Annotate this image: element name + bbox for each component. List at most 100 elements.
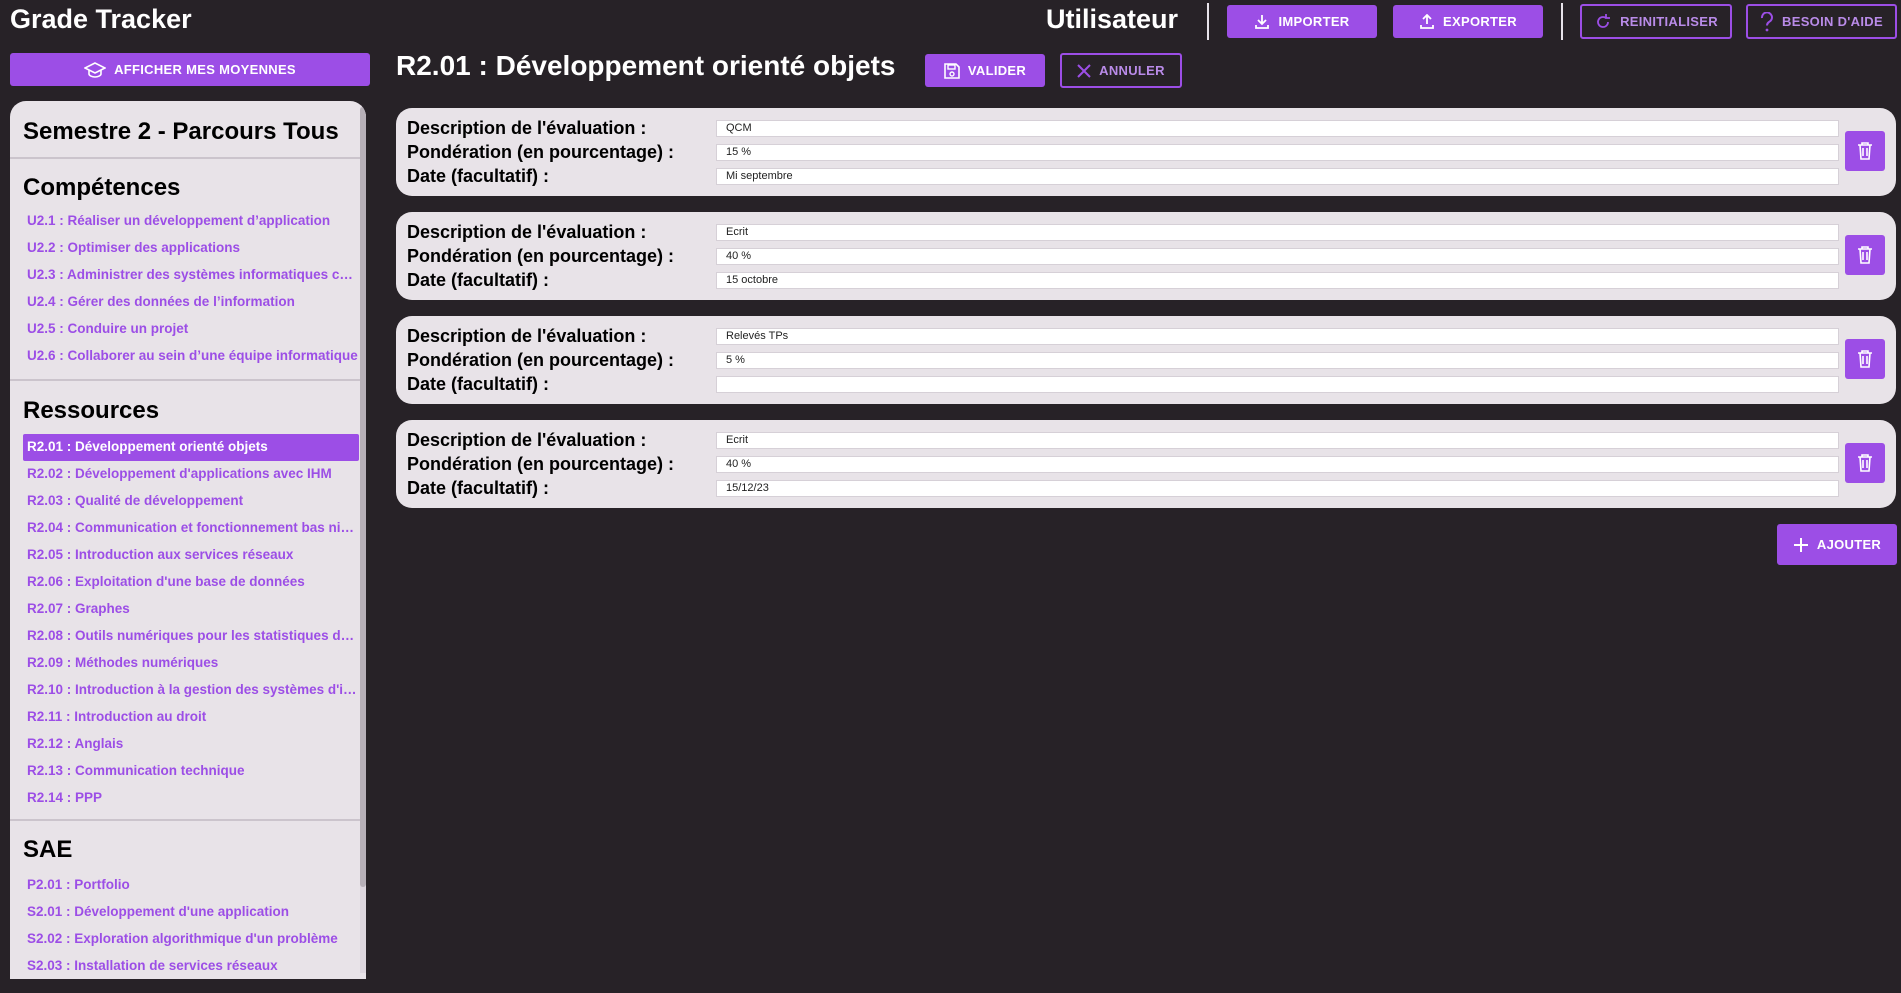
competence-item[interactable]: U2.5 : Conduire un projet: [23, 316, 359, 343]
evaluation-card: Description de l'évaluation : Relevés TP…: [396, 316, 1896, 404]
description-field[interactable]: Relevés TPs: [716, 328, 1839, 345]
show-averages-button[interactable]: AFFICHER MES MOYENNES: [10, 53, 370, 86]
date-label: Date (facultatif) :: [407, 166, 550, 186]
trash-icon: [1858, 454, 1872, 472]
ressource-item[interactable]: R2.02 : Développement d'applications ave…: [23, 461, 359, 488]
export-button[interactable]: EXPORTER: [1393, 5, 1543, 38]
export-label: EXPORTER: [1443, 14, 1517, 29]
delete-evaluation-button[interactable]: [1845, 131, 1885, 171]
ressource-item[interactable]: R2.12 : Anglais: [23, 731, 359, 758]
save-icon: [944, 62, 960, 79]
description-label: Description de l'évaluation :: [407, 430, 647, 450]
date-field[interactable]: Mi septembre: [716, 168, 1839, 185]
evaluation-card: Description de l'évaluation : Ecrit Pond…: [396, 420, 1896, 508]
ressource-item[interactable]: R2.07 : Graphes: [23, 596, 359, 623]
evaluation-card: Description de l'évaluation : QCM Pondér…: [396, 108, 1896, 196]
sidebar-divider: [10, 379, 360, 381]
ressource-item[interactable]: R2.08 : Outils numériques pour les stati…: [23, 623, 359, 650]
ressources-list: R2.01 : Développement orienté objets R2.…: [23, 434, 359, 812]
competence-item[interactable]: U2.6 : Collaborer au sein d’une équipe i…: [23, 343, 359, 370]
weight-field[interactable]: 5 %: [716, 352, 1839, 369]
ressource-item-active[interactable]: R2.01 : Développement orienté objets: [23, 434, 359, 461]
ressource-item[interactable]: R2.11 : Introduction au droit: [23, 704, 359, 731]
description-label: Description de l'évaluation :: [407, 326, 647, 346]
weight-label: Pondération (en pourcentage) :: [407, 454, 675, 474]
sae-item[interactable]: S2.03 : Installation de services réseaux: [23, 953, 359, 979]
header-divider: [1207, 3, 1209, 40]
ressources-title: Ressources: [23, 397, 160, 424]
app-title: Grade Tracker: [10, 4, 192, 34]
ressource-item[interactable]: R2.14 : PPP: [23, 785, 359, 812]
sidebar-divider: [10, 819, 360, 821]
evaluation-card: Description de l'évaluation : Ecrit Pond…: [396, 212, 1896, 300]
date-label: Date (facultatif) :: [407, 478, 550, 498]
user-name: Utilisateur: [1046, 4, 1179, 34]
add-label: AJOUTER: [1816, 537, 1882, 552]
competence-item[interactable]: U2.2 : Optimiser des applications: [23, 235, 359, 262]
help-button[interactable]: BESOIN D'AIDE: [1746, 4, 1897, 39]
weight-field[interactable]: 15 %: [716, 144, 1839, 161]
reset-button[interactable]: REINITIALISER: [1580, 4, 1732, 39]
description-label: Description de l'évaluation :: [407, 118, 647, 138]
date-field[interactable]: 15/12/23: [716, 480, 1839, 497]
show-averages-label: AFFICHER MES MOYENNES: [114, 62, 296, 77]
date-label: Date (facultatif) :: [407, 374, 550, 394]
ressource-item[interactable]: R2.05 : Introduction aux services réseau…: [23, 542, 359, 569]
weight-label: Pondération (en pourcentage) :: [407, 350, 675, 370]
ressource-item[interactable]: R2.09 : Méthodes numériques: [23, 650, 359, 677]
cancel-button[interactable]: ANNULER: [1060, 53, 1182, 88]
delete-evaluation-button[interactable]: [1845, 443, 1885, 483]
semester-title: Semestre 2 - Parcours Tous: [23, 118, 339, 145]
delete-evaluation-button[interactable]: [1845, 235, 1885, 275]
date-field[interactable]: 15 octobre: [716, 272, 1839, 289]
question-icon: [1761, 11, 1773, 31]
ressource-item[interactable]: R2.03 : Qualité de développement: [23, 488, 359, 515]
weight-field[interactable]: 40 %: [716, 456, 1839, 473]
sidebar-scrollbar-thumb[interactable]: [360, 107, 366, 887]
date-field[interactable]: [716, 376, 1839, 393]
sidebar-divider: [10, 157, 360, 159]
weight-label: Pondération (en pourcentage) :: [407, 142, 675, 162]
competence-item[interactable]: U2.1 : Réaliser un développement d’appli…: [23, 208, 359, 235]
refresh-icon: [1597, 13, 1611, 28]
sae-list: P2.01 : Portfolio S2.01 : Développement …: [23, 872, 359, 979]
trash-icon: [1858, 350, 1872, 368]
graduation-cap-icon: [84, 61, 107, 78]
reset-label: REINITIALISER: [1620, 14, 1718, 29]
add-evaluation-button[interactable]: AJOUTER: [1777, 524, 1897, 565]
ressource-item[interactable]: R2.06 : Exploitation d'une base de donné…: [23, 569, 359, 596]
sae-title: SAE: [23, 836, 73, 863]
import-button[interactable]: IMPORTER: [1227, 5, 1377, 38]
trash-icon: [1858, 246, 1872, 264]
sae-item[interactable]: S2.01 : Développement d'une application: [23, 899, 359, 926]
description-field[interactable]: Ecrit: [716, 432, 1839, 449]
sae-item[interactable]: P2.01 : Portfolio: [23, 872, 359, 899]
ressource-item[interactable]: R2.13 : Communication technique: [23, 758, 359, 785]
weight-label: Pondération (en pourcentage) :: [407, 246, 675, 266]
upload-icon: [1420, 13, 1434, 29]
sae-item[interactable]: S2.02 : Exploration algorithmique d'un p…: [23, 926, 359, 953]
delete-evaluation-button[interactable]: [1845, 339, 1885, 379]
date-label: Date (facultatif) :: [407, 270, 550, 290]
description-label: Description de l'évaluation :: [407, 222, 647, 242]
header-divider-2: [1561, 3, 1563, 40]
competence-item[interactable]: U2.4 : Gérer des données de l’informatio…: [23, 289, 359, 316]
ressource-item[interactable]: R2.10 : Introduction à la gestion des sy…: [23, 677, 359, 704]
ressource-item[interactable]: R2.04 : Communication et fonctionnement …: [23, 515, 359, 542]
description-field[interactable]: Ecrit: [716, 224, 1839, 241]
weight-field[interactable]: 40 %: [716, 248, 1839, 265]
competences-title: Compétences: [23, 174, 181, 201]
competences-list: U2.1 : Réaliser un développement d’appli…: [23, 208, 359, 370]
sidebar: Semestre 2 - Parcours Tous Compétences U…: [10, 101, 366, 979]
plus-icon: [1793, 537, 1808, 552]
help-label: BESOIN D'AIDE: [1782, 14, 1883, 29]
import-label: IMPORTER: [1278, 14, 1350, 29]
page-title: R2.01 : Développement orienté objets: [396, 50, 896, 81]
description-field[interactable]: QCM: [716, 120, 1839, 137]
sidebar-scroll-area[interactable]: Semestre 2 - Parcours Tous Compétences U…: [10, 101, 360, 979]
cancel-label: ANNULER: [1099, 63, 1165, 78]
competence-item[interactable]: U2.3 : Administrer des systèmes informat…: [23, 262, 359, 289]
validate-button[interactable]: VALIDER: [925, 54, 1045, 87]
trash-icon: [1858, 142, 1872, 160]
validate-label: VALIDER: [967, 63, 1027, 78]
